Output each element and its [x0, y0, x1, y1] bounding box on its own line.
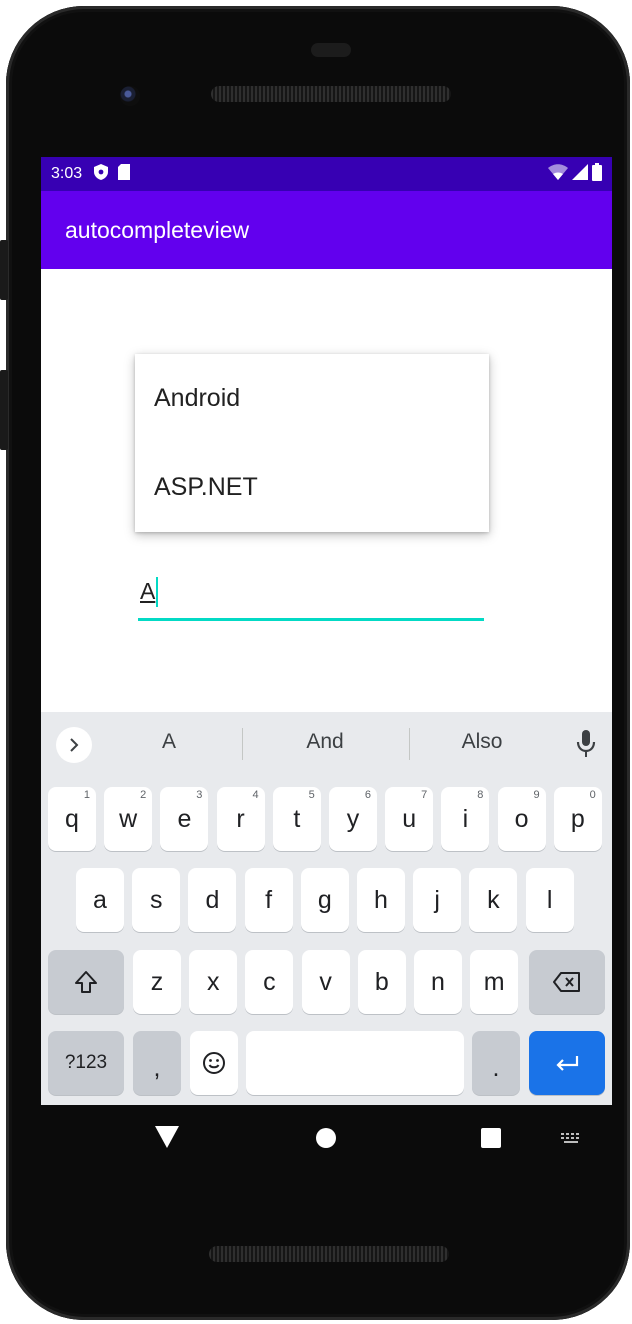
key-hint: 3 [196, 789, 203, 801]
key-q[interactable]: q1 [48, 787, 96, 851]
comma-key[interactable]: , [133, 1031, 181, 1095]
status-bar: 3:03 [41, 157, 612, 191]
home-circle-icon[interactable] [316, 1128, 336, 1153]
key-label: q [65, 804, 79, 833]
key-hint: 4 [252, 789, 259, 801]
suggestion-strip: A And Also [41, 712, 612, 776]
space-bar[interactable] [246, 1031, 464, 1095]
key-u[interactable]: u7 [385, 787, 434, 851]
input-value: A [140, 578, 156, 604]
key-m[interactable]: m [470, 950, 519, 1014]
autocomplete-dropdown: Android ASP.NET [135, 354, 489, 532]
status-right-icons [548, 162, 602, 186]
shield-icon [94, 163, 109, 185]
microphone-icon[interactable] [575, 728, 597, 760]
chevron-right-icon[interactable] [56, 727, 92, 763]
navigation-bar [41, 1105, 612, 1169]
emoji-key[interactable] [190, 1031, 238, 1095]
shift-key[interactable] [48, 950, 124, 1014]
key-d[interactable]: d [188, 868, 237, 932]
key-hint: 6 [364, 789, 371, 801]
volume-button [0, 370, 8, 450]
wifi-icon [548, 163, 568, 185]
screen: 3:03 autocompleteview Android ASP.NET A [41, 157, 612, 1105]
app-title: autocompleteview [65, 216, 250, 243]
key-label: y [346, 804, 360, 833]
key-hint: 5 [308, 789, 315, 801]
signal-icon [572, 163, 588, 185]
suggestion-item-aspnet[interactable]: ASP.NET [135, 443, 489, 532]
smiley-icon [203, 1052, 225, 1074]
battery-icon [592, 162, 602, 186]
key-label: e [177, 804, 192, 833]
key-label: i [462, 804, 469, 833]
key-w[interactable]: w2 [104, 787, 153, 851]
key-t[interactable]: t5 [272, 787, 321, 851]
key-label: o [514, 804, 529, 833]
autocomplete-input[interactable]: A [138, 569, 484, 621]
key-label: t [293, 804, 301, 833]
enter-arrow-icon [556, 1056, 579, 1071]
word-suggestion[interactable]: A [109, 730, 229, 754]
key-label: u [402, 804, 417, 833]
key-h[interactable]: h [357, 868, 405, 932]
symbols-key[interactable]: ?123 [48, 1031, 124, 1095]
key-k[interactable]: k [469, 868, 518, 932]
key-label: w [119, 804, 138, 833]
text-cursor [156, 577, 158, 607]
key-o[interactable]: o9 [497, 787, 546, 851]
soft-keyboard: A And Also q1w2e3r4t5y6u7i8o9p0 asdfghjk… [41, 712, 612, 1105]
keyboard-switch-icon[interactable] [561, 1132, 583, 1150]
key-e[interactable]: e3 [160, 787, 209, 851]
key-l[interactable]: l [525, 868, 574, 932]
key-n[interactable]: n [414, 950, 462, 1014]
suggestion-divider [242, 728, 243, 760]
suggestion-divider [409, 728, 410, 760]
key-f[interactable]: f [244, 868, 293, 932]
key-label: p [570, 804, 585, 833]
key-i[interactable]: i8 [441, 787, 490, 851]
app-bar: autocompleteview [41, 191, 612, 269]
key-hint: 8 [477, 789, 484, 801]
key-hint: 7 [421, 789, 428, 801]
key-x[interactable]: x [189, 950, 238, 1014]
key-hint: 9 [533, 789, 540, 801]
bottom-speaker-grille [209, 1246, 449, 1262]
earpiece-grille [211, 86, 451, 102]
key-c[interactable]: c [245, 950, 294, 1014]
suggestion-item-android[interactable]: Android [135, 354, 489, 443]
front-camera [120, 86, 140, 106]
key-p[interactable]: p0 [553, 787, 602, 851]
shift-arrow-icon [75, 971, 97, 993]
period-key[interactable]: . [472, 1031, 520, 1095]
key-label: r [236, 804, 245, 833]
key-r[interactable]: r4 [216, 787, 265, 851]
back-triangle-icon[interactable] [155, 1126, 179, 1153]
key-a[interactable]: a [76, 868, 124, 932]
power-button [0, 240, 8, 300]
key-s[interactable]: s [132, 868, 181, 932]
key-g[interactable]: g [300, 868, 349, 932]
sd-card-icon [118, 163, 131, 185]
key-hint: 0 [589, 789, 596, 801]
word-suggestion[interactable]: Also [422, 730, 542, 754]
key-hint: 2 [140, 789, 147, 801]
enter-key[interactable] [529, 1031, 605, 1095]
key-hint: 1 [83, 789, 90, 801]
key-y[interactable]: y6 [329, 787, 377, 851]
status-time: 3:03 [51, 165, 83, 182]
key-v[interactable]: v [301, 950, 350, 1014]
backspace-key[interactable] [529, 950, 605, 1014]
recents-square-icon[interactable] [481, 1128, 501, 1153]
key-j[interactable]: j [413, 868, 462, 932]
key-z[interactable]: z [133, 950, 181, 1014]
input-underline [138, 618, 484, 621]
backspace-icon [553, 972, 580, 992]
word-suggestion[interactable]: And [265, 730, 385, 754]
key-b[interactable]: b [357, 950, 406, 1014]
top-speaker-slot [311, 43, 351, 57]
